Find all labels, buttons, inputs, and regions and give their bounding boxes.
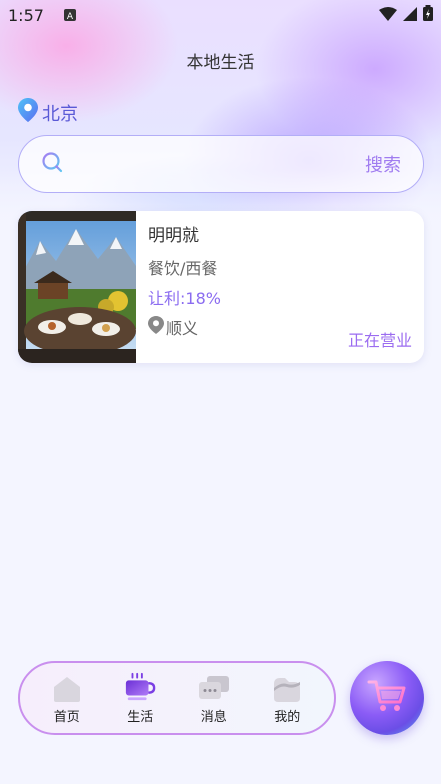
a-badge-icon: A — [63, 9, 76, 21]
profile-icon — [271, 672, 303, 702]
shopping-cart-icon — [367, 678, 407, 718]
wifi-icon — [379, 6, 397, 25]
shop-rebate: 让利:18% — [148, 289, 221, 308]
tab-home-label: 首页 — [53, 709, 80, 725]
coffee-cup-icon — [124, 672, 156, 702]
status-time: 1:57 — [8, 5, 44, 25]
map-pin-icon — [148, 316, 164, 338]
tab-messages-label: 消息 — [200, 709, 227, 725]
shop-category: 餐饮/西餐 — [148, 259, 218, 278]
search-icon — [41, 151, 63, 177]
home-icon — [51, 672, 83, 702]
tab-mine[interactable]: 我的 — [257, 672, 317, 725]
shop-area: 顺义 — [148, 315, 198, 339]
shop-card[interactable]: 明明就 餐饮/西餐 让利:18% 顺义 正在营业 — [18, 211, 424, 363]
search-button[interactable]: 搜索 — [365, 151, 401, 177]
location-pin-icon — [18, 98, 38, 127]
page-title: 本地生活 — [186, 53, 255, 73]
bottom-tab-bar: 首页 生活 消息 我的 — [18, 661, 336, 735]
search-input[interactable] — [63, 135, 365, 193]
shop-area-label: 顺义 — [166, 319, 199, 338]
tab-home[interactable]: 首页 — [37, 672, 97, 725]
cart-button[interactable] — [350, 661, 424, 735]
location-selector[interactable]: 北京 — [18, 98, 78, 127]
location-city: 北京 — [42, 103, 78, 125]
tab-life-label: 生活 — [127, 709, 154, 725]
shop-thumbnail — [18, 211, 136, 363]
shop-status: 正在营业 — [347, 331, 412, 350]
status-bar: 1:57 A — [0, 0, 441, 30]
battery-icon — [423, 5, 433, 25]
signal-icon — [403, 6, 417, 25]
search-bar: 搜索 — [18, 135, 424, 193]
tab-messages[interactable]: 消息 — [184, 672, 244, 725]
tab-life[interactable]: 生活 — [110, 672, 170, 725]
svg-text:A: A — [67, 12, 74, 21]
chat-bubbles-icon — [198, 672, 230, 702]
tab-mine-label: 我的 — [274, 709, 301, 725]
shop-name: 明明就 — [148, 226, 199, 246]
